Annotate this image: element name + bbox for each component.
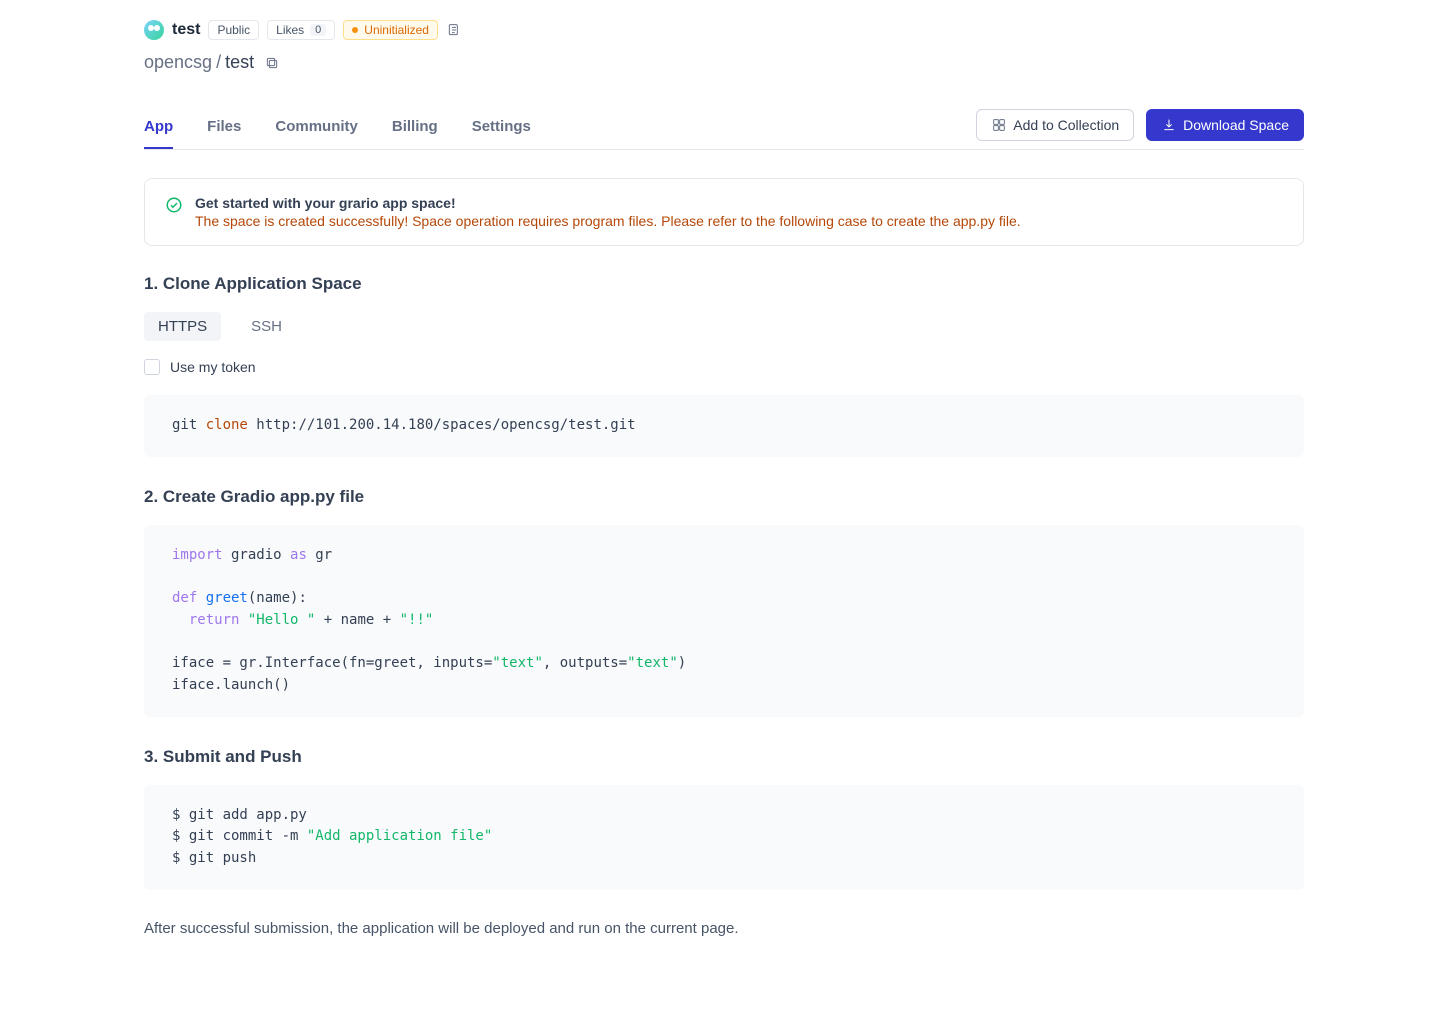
copy-icon[interactable] bbox=[264, 55, 280, 71]
owner-avatar bbox=[144, 20, 164, 40]
clone-code-block[interactable]: git clone http://101.200.14.180/spaces/o… bbox=[144, 395, 1304, 457]
use-token-row[interactable]: Use my token bbox=[144, 359, 1304, 375]
duplicate-icon[interactable] bbox=[446, 22, 462, 38]
section-2-title: 2. Create Gradio app.py file bbox=[144, 487, 1304, 507]
gradio-code-block[interactable]: import gradio as gr def greet(name): ret… bbox=[144, 525, 1304, 717]
breadcrumb: opencsg / test bbox=[144, 52, 1304, 73]
download-space-button[interactable]: Download Space bbox=[1146, 109, 1304, 141]
collection-icon bbox=[991, 117, 1007, 133]
tab-settings[interactable]: Settings bbox=[472, 118, 531, 149]
tab-billing[interactable]: Billing bbox=[392, 118, 438, 149]
use-token-checkbox[interactable] bbox=[144, 359, 160, 375]
use-token-label: Use my token bbox=[170, 359, 256, 375]
space-header: test Public Likes 0 Uninitialized bbox=[144, 20, 1304, 40]
breadcrumb-sep: / bbox=[216, 52, 221, 73]
clone-protocol-tabs: HTTPS SSH bbox=[144, 312, 1304, 341]
getting-started-notice: Get started with your grario app space! … bbox=[144, 178, 1304, 246]
download-icon bbox=[1161, 117, 1177, 133]
download-space-label: Download Space bbox=[1183, 117, 1289, 133]
likes-badge[interactable]: Likes 0 bbox=[267, 20, 335, 40]
tab-community[interactable]: Community bbox=[275, 118, 358, 149]
visibility-badge: Public bbox=[208, 20, 259, 40]
section-3-title: 3. Submit and Push bbox=[144, 747, 1304, 767]
breadcrumb-name: test bbox=[225, 52, 254, 73]
status-text: Uninitialized bbox=[364, 23, 429, 37]
check-circle-icon bbox=[165, 196, 183, 214]
footnote: After successful submission, the applica… bbox=[144, 920, 1304, 937]
section-1-title: 1. Clone Application Space bbox=[144, 274, 1304, 294]
likes-count: 0 bbox=[310, 24, 326, 36]
status-dot-icon bbox=[352, 27, 358, 33]
tab-files[interactable]: Files bbox=[207, 118, 241, 149]
push-code-block[interactable]: $ git add app.py $ git commit -m "Add ap… bbox=[144, 785, 1304, 890]
add-to-collection-label: Add to Collection bbox=[1013, 117, 1119, 133]
tabbar: App Files Community Billing Settings Add… bbox=[144, 109, 1304, 150]
status-badge: Uninitialized bbox=[343, 20, 438, 40]
likes-label: Likes bbox=[276, 23, 304, 37]
proto-tab-ssh[interactable]: SSH bbox=[237, 312, 296, 341]
tab-app[interactable]: App bbox=[144, 118, 173, 149]
breadcrumb-owner[interactable]: opencsg bbox=[144, 52, 212, 73]
proto-tab-https[interactable]: HTTPS bbox=[144, 312, 221, 341]
notice-body: The space is created successfully! Space… bbox=[195, 213, 1021, 229]
notice-title: Get started with your grario app space! bbox=[195, 195, 1021, 211]
space-name: test bbox=[172, 21, 200, 39]
add-to-collection-button[interactable]: Add to Collection bbox=[976, 109, 1134, 141]
